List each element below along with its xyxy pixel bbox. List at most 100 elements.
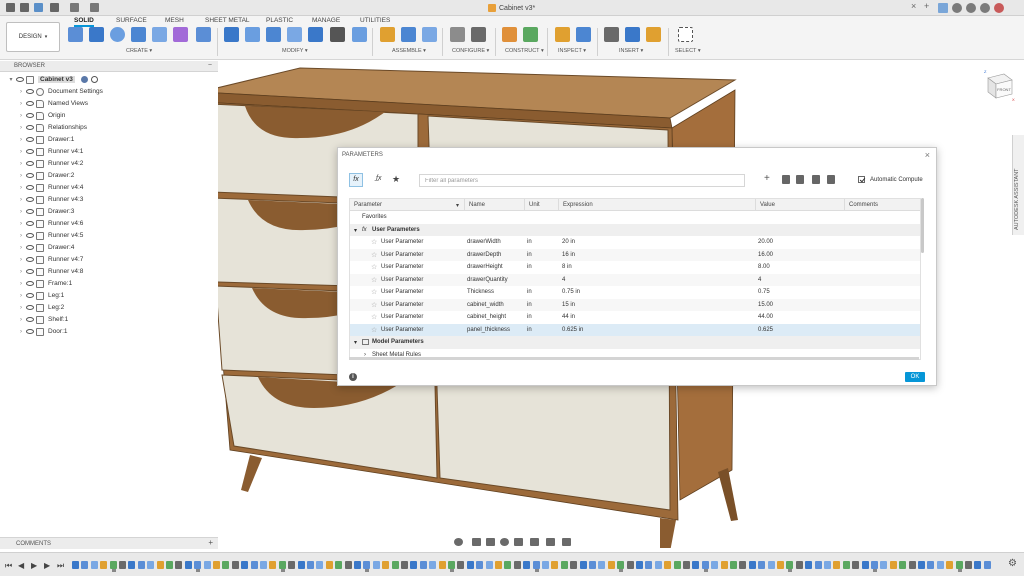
- timeline-feature[interactable]: [382, 561, 390, 569]
- timeline-marker[interactable]: [111, 569, 116, 572]
- shell-icon[interactable]: [287, 27, 302, 42]
- timeline-feature[interactable]: [871, 561, 878, 569]
- collapse-browser-icon[interactable]: −: [208, 62, 212, 69]
- timeline-feature[interactable]: [983, 561, 991, 569]
- col-parameter[interactable]: Parameter: [354, 202, 382, 208]
- browser-node[interactable]: › Drawer:1: [0, 134, 74, 145]
- param-unit[interactable]: in: [527, 239, 532, 245]
- browser-node[interactable]: › Drawer:3: [0, 206, 74, 217]
- timeline-feature[interactable]: [730, 561, 737, 569]
- leg-front-right[interactable]: [660, 518, 676, 548]
- redo-icon[interactable]: [90, 3, 99, 12]
- timeline-marker[interactable]: [280, 569, 285, 572]
- timeline-feature[interactable]: [194, 561, 202, 569]
- visibility-eye-icon[interactable]: [26, 125, 34, 130]
- timeline-feature[interactable]: [344, 561, 352, 569]
- timeline-feature[interactable]: [946, 561, 954, 569]
- select-group-label[interactable]: SELECT ▾: [675, 48, 701, 54]
- visibility-eye-icon[interactable]: [26, 317, 34, 322]
- browser-node[interactable]: › Runner v4:7: [0, 254, 83, 265]
- chevron-right-icon[interactable]: ›: [18, 281, 24, 287]
- table-row[interactable]: ☆ User Parameter drawerHeight in 8 in 8.00: [350, 261, 920, 274]
- timeline-feature[interactable]: [297, 561, 305, 569]
- visibility-eye-icon[interactable]: [26, 305, 34, 310]
- timeline-feature[interactable]: [72, 561, 79, 569]
- derive-icon[interactable]: [196, 27, 211, 42]
- timeline-feature[interactable]: [861, 561, 869, 569]
- browser-header[interactable]: BROWSER −: [0, 61, 218, 72]
- zoom-icon[interactable]: [500, 538, 509, 546]
- timeline-feature[interactable]: [166, 561, 173, 569]
- timeline-feature[interactable]: [184, 561, 192, 569]
- timeline-feature[interactable]: [739, 561, 747, 569]
- col-comments[interactable]: Comments: [849, 202, 878, 208]
- timeline-feature[interactable]: [645, 561, 653, 569]
- visibility-eye-icon[interactable]: [26, 161, 34, 166]
- col-value[interactable]: Value: [760, 202, 775, 208]
- tab-mesh[interactable]: MESH: [165, 17, 184, 24]
- timeline-feature[interactable]: [419, 561, 427, 569]
- param-name[interactable]: drawerQuantity: [467, 277, 508, 283]
- chevron-right-icon[interactable]: ›: [18, 149, 24, 155]
- pattern-icon[interactable]: [152, 27, 167, 42]
- copy-icon[interactable]: [782, 175, 790, 184]
- visibility-eye-icon[interactable]: [26, 113, 34, 118]
- browser-node[interactable]: › Origin: [0, 110, 65, 121]
- visibility-eye-icon[interactable]: [26, 245, 34, 250]
- model-parameters-section[interactable]: ▾ Model Parameters: [350, 336, 920, 349]
- grid-settings-icon[interactable]: [546, 538, 555, 546]
- timeline-feature[interactable]: [203, 561, 211, 569]
- timeline-feature[interactable]: [448, 561, 455, 569]
- timeline-feature[interactable]: [974, 561, 982, 569]
- visibility-eye-icon[interactable]: [26, 257, 34, 262]
- timeline-feature[interactable]: [955, 561, 963, 569]
- leg-front-left[interactable]: [241, 455, 262, 492]
- timeline-feature[interactable]: [692, 561, 700, 569]
- timeline-feature[interactable]: [278, 561, 286, 569]
- timeline-feature[interactable]: [542, 561, 549, 569]
- timeline-feature[interactable]: [354, 561, 361, 569]
- press-pull-icon[interactable]: [224, 27, 239, 42]
- delete-icon[interactable]: [796, 175, 804, 184]
- visibility-eye-icon[interactable]: [26, 197, 34, 202]
- insert-mcmaster-icon[interactable]: [646, 27, 661, 42]
- visibility-eye-icon[interactable]: [26, 293, 34, 298]
- table-row[interactable]: ☆ User Parameter cabinet_width in 15 in 15.00: [350, 298, 920, 311]
- visibility-eye-icon[interactable]: [26, 89, 34, 94]
- timeline-feature[interactable]: [842, 561, 850, 569]
- favorite-star-icon[interactable]: ☆: [371, 251, 377, 259]
- param-name[interactable]: drawerWidth: [467, 239, 501, 245]
- as-built-joint-icon[interactable]: [422, 27, 437, 42]
- timeline-feature[interactable]: [936, 561, 944, 569]
- param-expression[interactable]: 44 in: [562, 314, 575, 320]
- browser-node[interactable]: › Leg:2: [0, 302, 64, 313]
- table-row[interactable]: ☆ User Parameter drawerWidth in 20 in 20.00: [350, 236, 920, 249]
- timeline-feature[interactable]: [626, 561, 634, 569]
- timeline-feature[interactable]: [880, 561, 888, 569]
- hole-icon[interactable]: [131, 27, 146, 42]
- col-expression[interactable]: Expression: [563, 202, 593, 208]
- gear-icon[interactable]: ⚙: [1008, 558, 1017, 569]
- param-expression[interactable]: 0.625 in: [562, 327, 583, 333]
- visibility-eye-icon[interactable]: [26, 185, 34, 190]
- browser-node[interactable]: › Runner v4:2: [0, 158, 83, 169]
- comments-panel[interactable]: COMMENTS +: [0, 537, 218, 549]
- timeline-feature[interactable]: [231, 561, 239, 569]
- table-row[interactable]: ☆ User Parameter cabinet_height in 44 in 44.0…: [350, 311, 920, 324]
- configure-icon[interactable]: [450, 27, 465, 42]
- browser-node[interactable]: › Runner v4:1: [0, 146, 83, 157]
- visibility-eye-icon[interactable]: [16, 77, 24, 82]
- chevron-right-icon[interactable]: ›: [18, 137, 24, 143]
- close-tab-icon[interactable]: ×: [911, 1, 916, 11]
- timeline-feature[interactable]: [777, 561, 784, 569]
- user-parameters-section[interactable]: ▾ fx User Parameters: [350, 223, 920, 236]
- table-row[interactable]: ☆ User Parameter Thickness in 0.75 in 0.75: [350, 286, 920, 299]
- look-at-icon[interactable]: [472, 538, 481, 546]
- new-sketch-icon[interactable]: [68, 27, 83, 42]
- timeline-feature[interactable]: [927, 561, 935, 569]
- new-tab-icon[interactable]: +: [924, 1, 929, 11]
- construct-group-label[interactable]: CONSTRUCT ▾: [505, 48, 544, 54]
- insert-canvas-icon[interactable]: [625, 27, 640, 42]
- timeline-feature[interactable]: [523, 561, 531, 569]
- combine-icon[interactable]: [308, 27, 323, 42]
